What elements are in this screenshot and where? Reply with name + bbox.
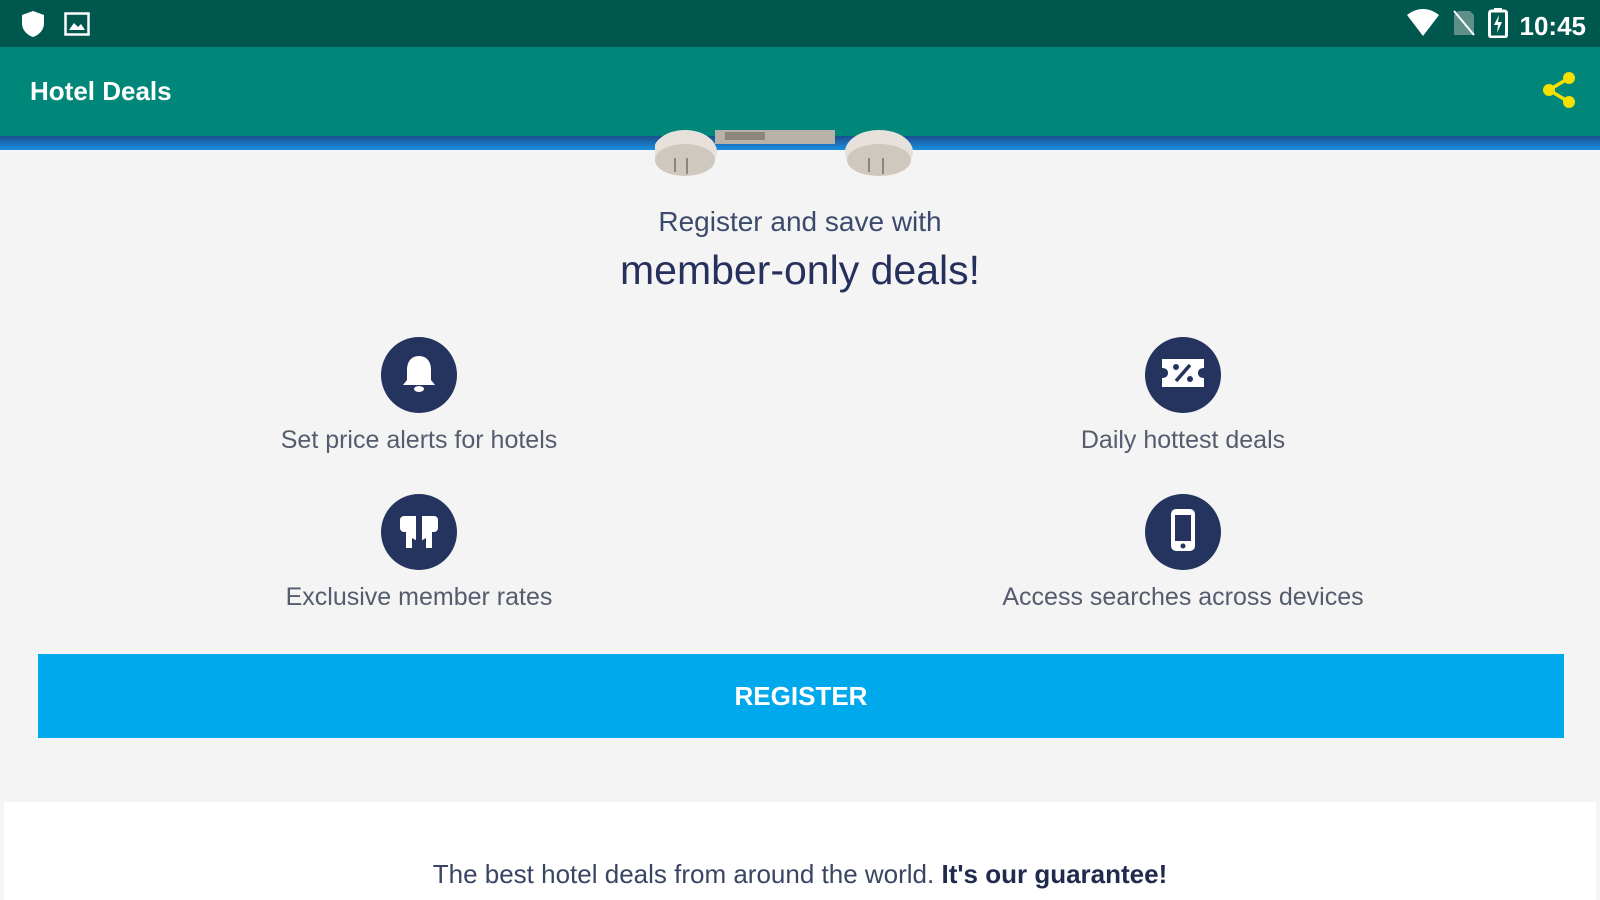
bell-icon <box>397 351 441 400</box>
feature-member-rates: Exclusive member rates <box>159 494 679 612</box>
guarantee-text: The best hotel deals from around the wor… <box>4 858 1596 890</box>
image-icon <box>64 12 90 41</box>
wifi-icon <box>1406 9 1440 42</box>
ticket-percent-icon <box>1158 351 1208 400</box>
feature-label: Daily hottest deals <box>1080 426 1286 454</box>
share-button[interactable] <box>1536 69 1582 115</box>
status-left <box>20 10 90 43</box>
phone-icon <box>1168 507 1198 558</box>
status-right: 10:45 <box>1406 8 1587 43</box>
feature-icon-circle <box>381 337 457 413</box>
feature-icon-circle <box>1145 494 1221 570</box>
feature-icon-circle <box>381 494 457 570</box>
app-title: Hotel Deals <box>30 76 172 106</box>
feature-label: Access searches across devices <box>1002 583 1364 611</box>
status-time: 10:45 <box>1519 10 1587 41</box>
feature-label: Set price alerts for hotels <box>280 426 558 454</box>
headline-title: member-only deals! <box>619 247 981 293</box>
feature-daily-deals: Daily hottest deals <box>923 337 1443 455</box>
feature-label: Exclusive member rates <box>285 583 553 611</box>
screen: 10:45 Hotel Deals Register and save with… <box>0 0 1600 900</box>
app-bar: Hotel Deals <box>0 47 1600 136</box>
feature-cross-device: Access searches across devices <box>923 494 1443 612</box>
shield-icon <box>20 10 46 43</box>
mascot-paws-image <box>653 130 935 190</box>
battery-charging-icon <box>1487 8 1508 43</box>
guarantee-statement: The best hotel deals from around the wor… <box>432 859 935 889</box>
register-button[interactable]: REGISTER <box>38 654 1564 738</box>
status-bar: 10:45 <box>0 0 1600 47</box>
feature-icon-circle <box>1145 337 1221 413</box>
headline-subtitle: Register and save with <box>658 206 942 237</box>
guarantee-card: The best hotel deals from around the wor… <box>4 802 1596 900</box>
no-sim-icon <box>1452 9 1476 42</box>
feature-price-alerts: Set price alerts for hotels <box>159 337 679 455</box>
share-icon <box>1539 70 1579 115</box>
gift-box-icon <box>396 508 442 557</box>
guarantee-emphasis: It's our guarantee! <box>941 859 1168 889</box>
